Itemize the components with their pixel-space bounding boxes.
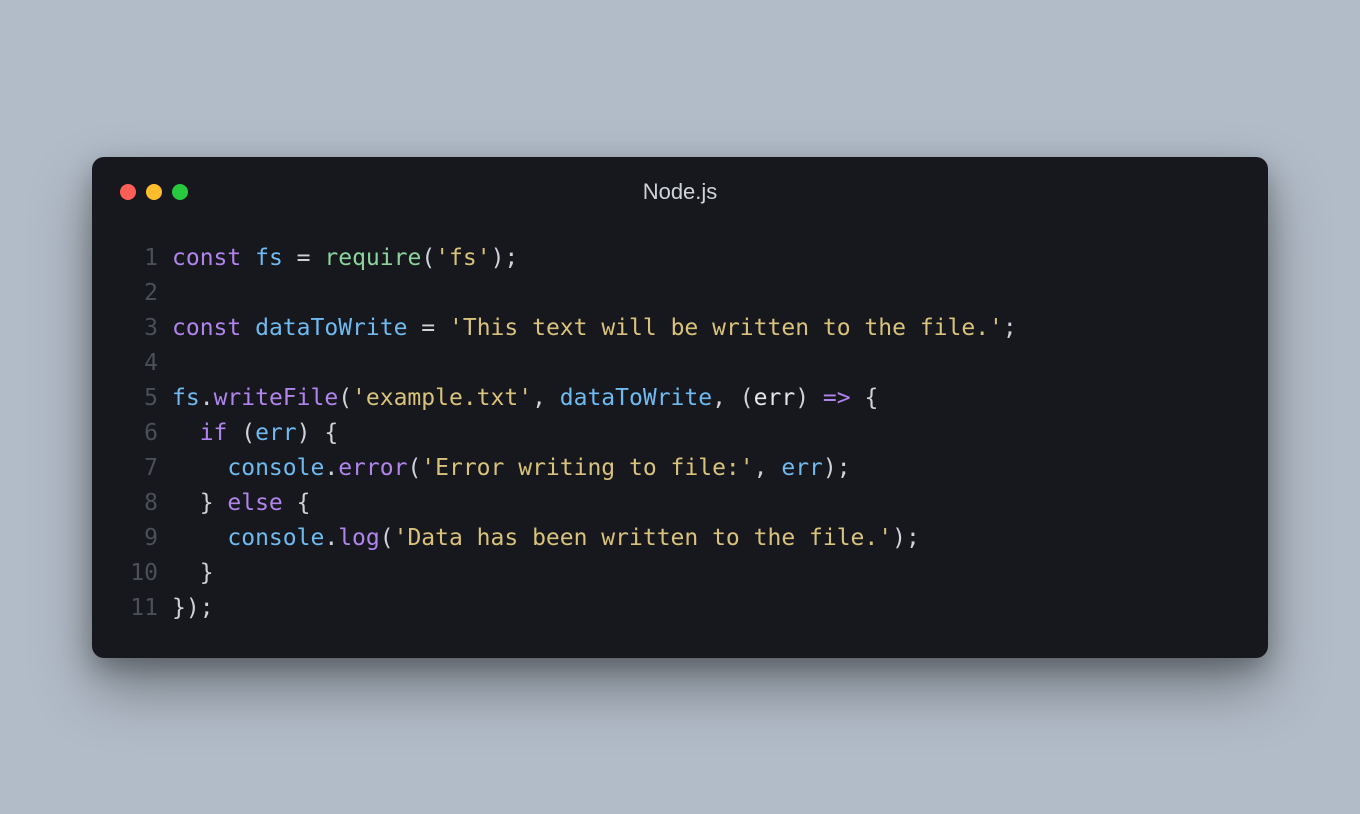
line-content: fs.writeFile('example.txt', dataToWrite,…: [172, 381, 878, 416]
code-line: 3const dataToWrite = 'This text will be …: [120, 311, 1240, 346]
line-content: const dataToWrite = 'This text will be w…: [172, 311, 1017, 346]
line-number: 6: [120, 416, 172, 451]
line-content: }: [172, 556, 214, 591]
code-line: 8 } else {: [120, 486, 1240, 521]
code-line: 9 console.log('Data has been written to …: [120, 521, 1240, 556]
code-editor[interactable]: 1const fs = require('fs');23const dataTo…: [120, 241, 1240, 626]
maximize-icon[interactable]: [172, 184, 188, 200]
code-line: 11});: [120, 591, 1240, 626]
line-content: const fs = require('fs');: [172, 241, 518, 276]
line-content: console.error('Error writing to file:', …: [172, 451, 851, 486]
minimize-icon[interactable]: [146, 184, 162, 200]
line-number: 8: [120, 486, 172, 521]
code-line: 4: [120, 346, 1240, 381]
line-content: });: [172, 591, 214, 626]
line-number: 2: [120, 276, 172, 311]
line-number: 3: [120, 311, 172, 346]
line-number: 11: [120, 591, 172, 626]
line-number: 10: [120, 556, 172, 591]
titlebar: Node.js: [120, 181, 1240, 203]
close-icon[interactable]: [120, 184, 136, 200]
traffic-lights: [120, 184, 188, 200]
code-line: 5fs.writeFile('example.txt', dataToWrite…: [120, 381, 1240, 416]
code-line: 1const fs = require('fs');: [120, 241, 1240, 276]
code-line: 10 }: [120, 556, 1240, 591]
line-number: 7: [120, 451, 172, 486]
editor-window: Node.js 1const fs = require('fs');23cons…: [92, 157, 1268, 658]
code-line: 6 if (err) {: [120, 416, 1240, 451]
line-content: if (err) {: [172, 416, 338, 451]
line-number: 4: [120, 346, 172, 381]
window-title: Node.js: [120, 179, 1240, 205]
line-content: console.log('Data has been written to th…: [172, 521, 920, 556]
code-line: 7 console.error('Error writing to file:'…: [120, 451, 1240, 486]
line-number: 9: [120, 521, 172, 556]
code-line: 2: [120, 276, 1240, 311]
line-number: 1: [120, 241, 172, 276]
line-content: } else {: [172, 486, 310, 521]
line-number: 5: [120, 381, 172, 416]
